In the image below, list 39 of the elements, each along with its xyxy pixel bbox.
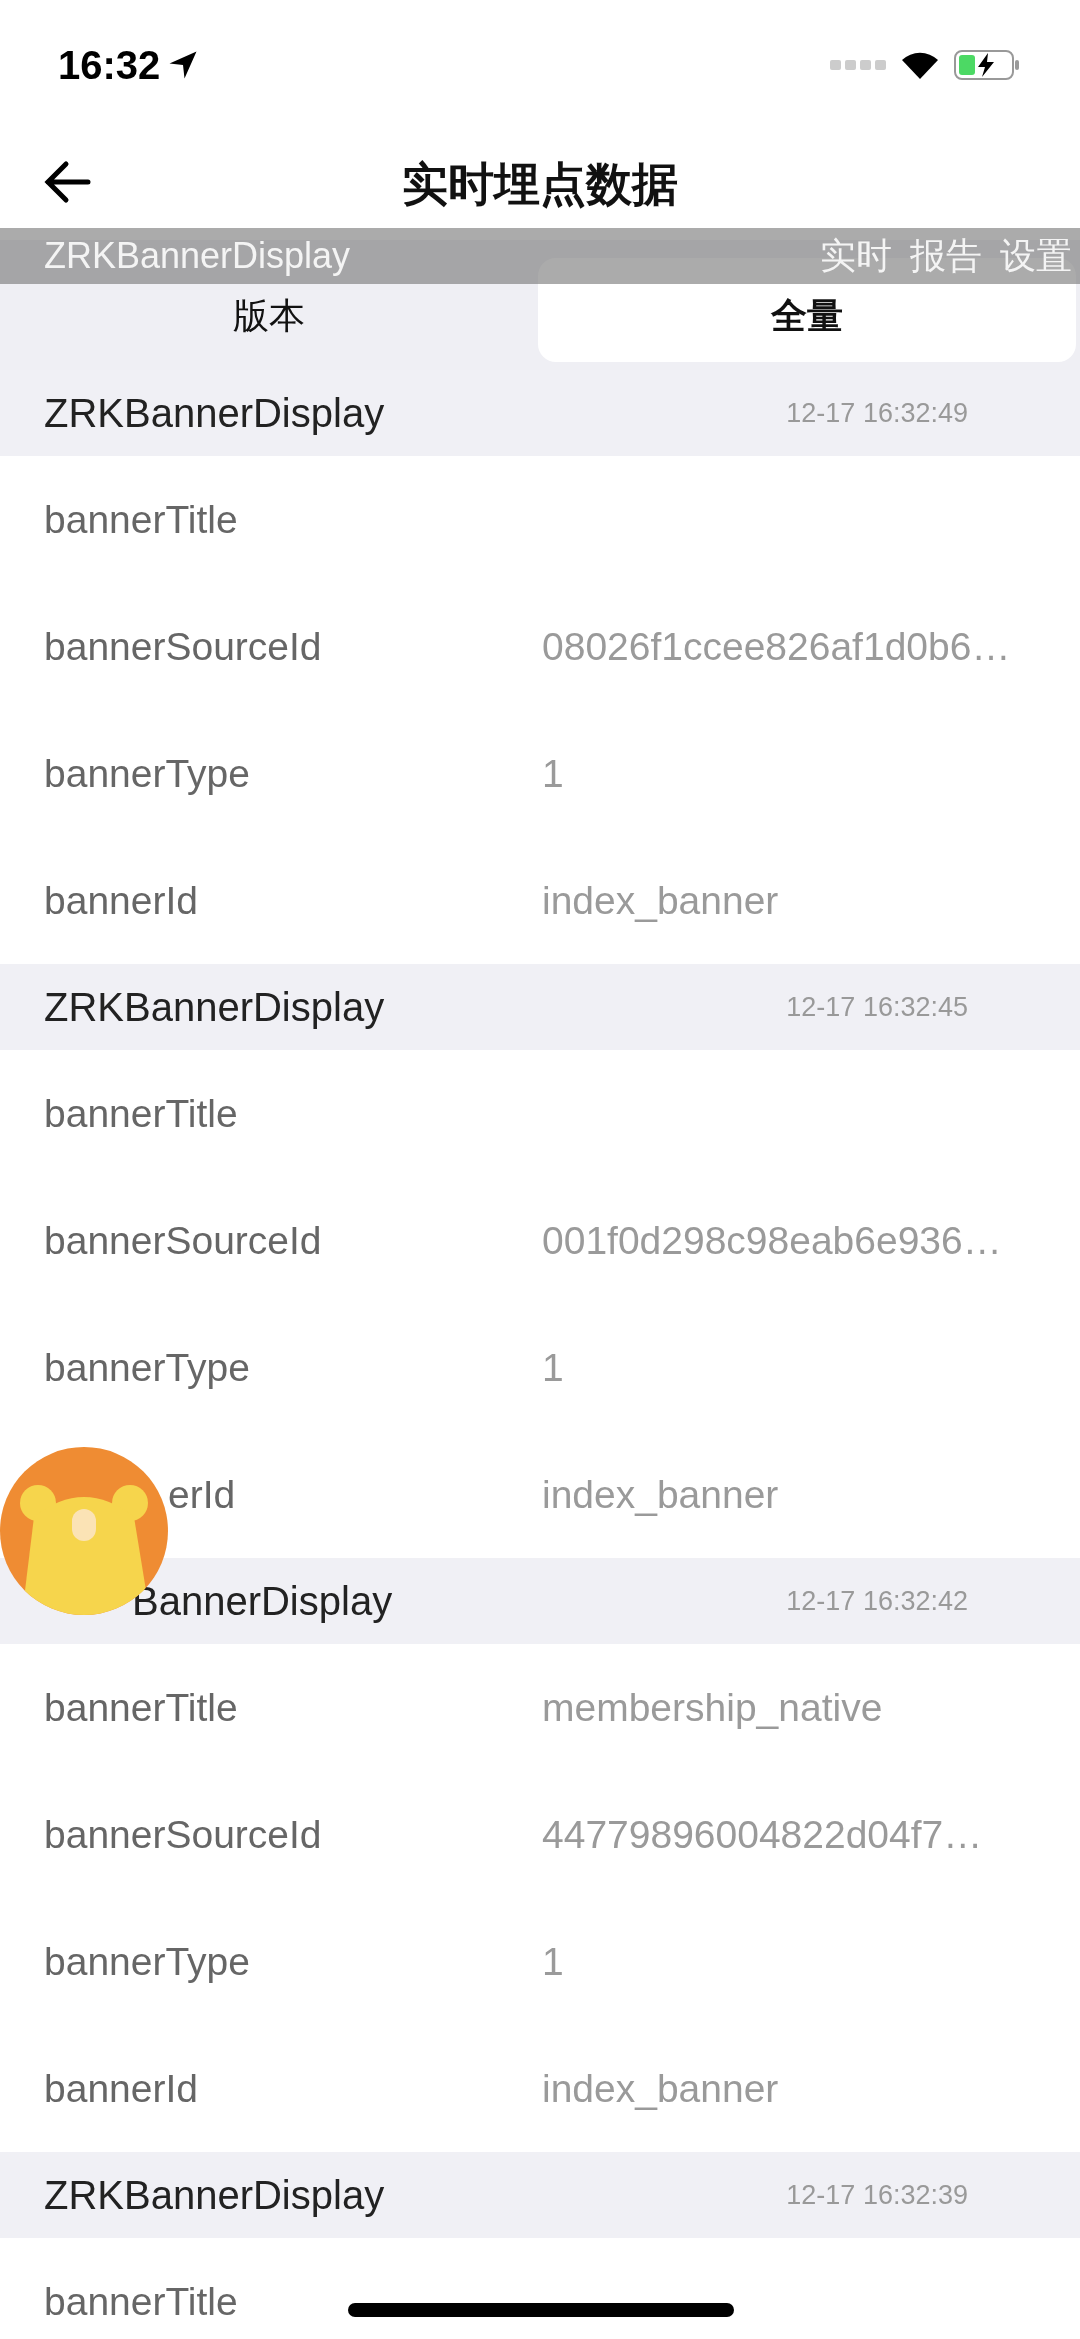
param-key: bannerTitle bbox=[44, 497, 238, 542]
param-value: 1 bbox=[542, 751, 565, 796]
event-name: BannerDisplay bbox=[131, 1578, 393, 1624]
event-name: ZRKBannerDisplay bbox=[44, 2172, 385, 2218]
back-arrow-icon[interactable] bbox=[42, 160, 92, 204]
param-value: 1 bbox=[542, 1345, 565, 1390]
param-value: index_banner bbox=[542, 1472, 780, 1517]
param-key: erId bbox=[168, 1472, 236, 1517]
param-key: bannerSourceId bbox=[44, 1218, 322, 1263]
param-value: index_banner bbox=[542, 878, 780, 923]
location-arrow-icon bbox=[168, 50, 199, 80]
event-time: 12-17 16:32:42 bbox=[786, 1585, 968, 1617]
wifi-icon bbox=[900, 50, 940, 80]
param-value: 1 bbox=[542, 1939, 565, 1984]
status-time: 16:32 bbox=[58, 42, 161, 88]
param-key: bannerTitle bbox=[44, 2279, 238, 2324]
param-value: 44779896004822d04f7… bbox=[542, 1812, 984, 1857]
signal-icon bbox=[830, 59, 886, 71]
param-key: bannerId bbox=[44, 878, 198, 923]
battery-icon bbox=[954, 49, 1020, 81]
param-key: bannerSourceId bbox=[44, 1812, 322, 1857]
param-key: bannerTitle bbox=[44, 1091, 238, 1136]
param-value: 08026f1ccee826af1d0b6… bbox=[542, 624, 1012, 669]
page-title: 实时埋点数据 bbox=[402, 157, 678, 212]
event-time: 12-17 16:32:39 bbox=[786, 2179, 968, 2211]
param-key: bannerType bbox=[44, 1345, 250, 1390]
param-key: bannerType bbox=[44, 751, 250, 796]
param-value: index_banner bbox=[542, 2066, 780, 2111]
param-value: membership_native bbox=[542, 1685, 884, 1730]
overlay-event-name: ZRKBannerDisplay bbox=[44, 235, 351, 277]
event-name: ZRKBannerDisplay bbox=[44, 390, 385, 436]
param-key: bannerId bbox=[44, 2066, 198, 2111]
event-name: ZRKBannerDisplay bbox=[44, 984, 385, 1030]
param-key: bannerSourceId bbox=[44, 624, 322, 669]
param-key: bannerType bbox=[44, 1939, 250, 1984]
param-value: 001f0d298c98eab6e936… bbox=[542, 1218, 1003, 1263]
event-time: 12-17 16:32:45 bbox=[786, 991, 968, 1023]
event-time: 12-17 16:32:49 bbox=[786, 397, 968, 429]
param-key: bannerTitle bbox=[44, 1685, 238, 1730]
